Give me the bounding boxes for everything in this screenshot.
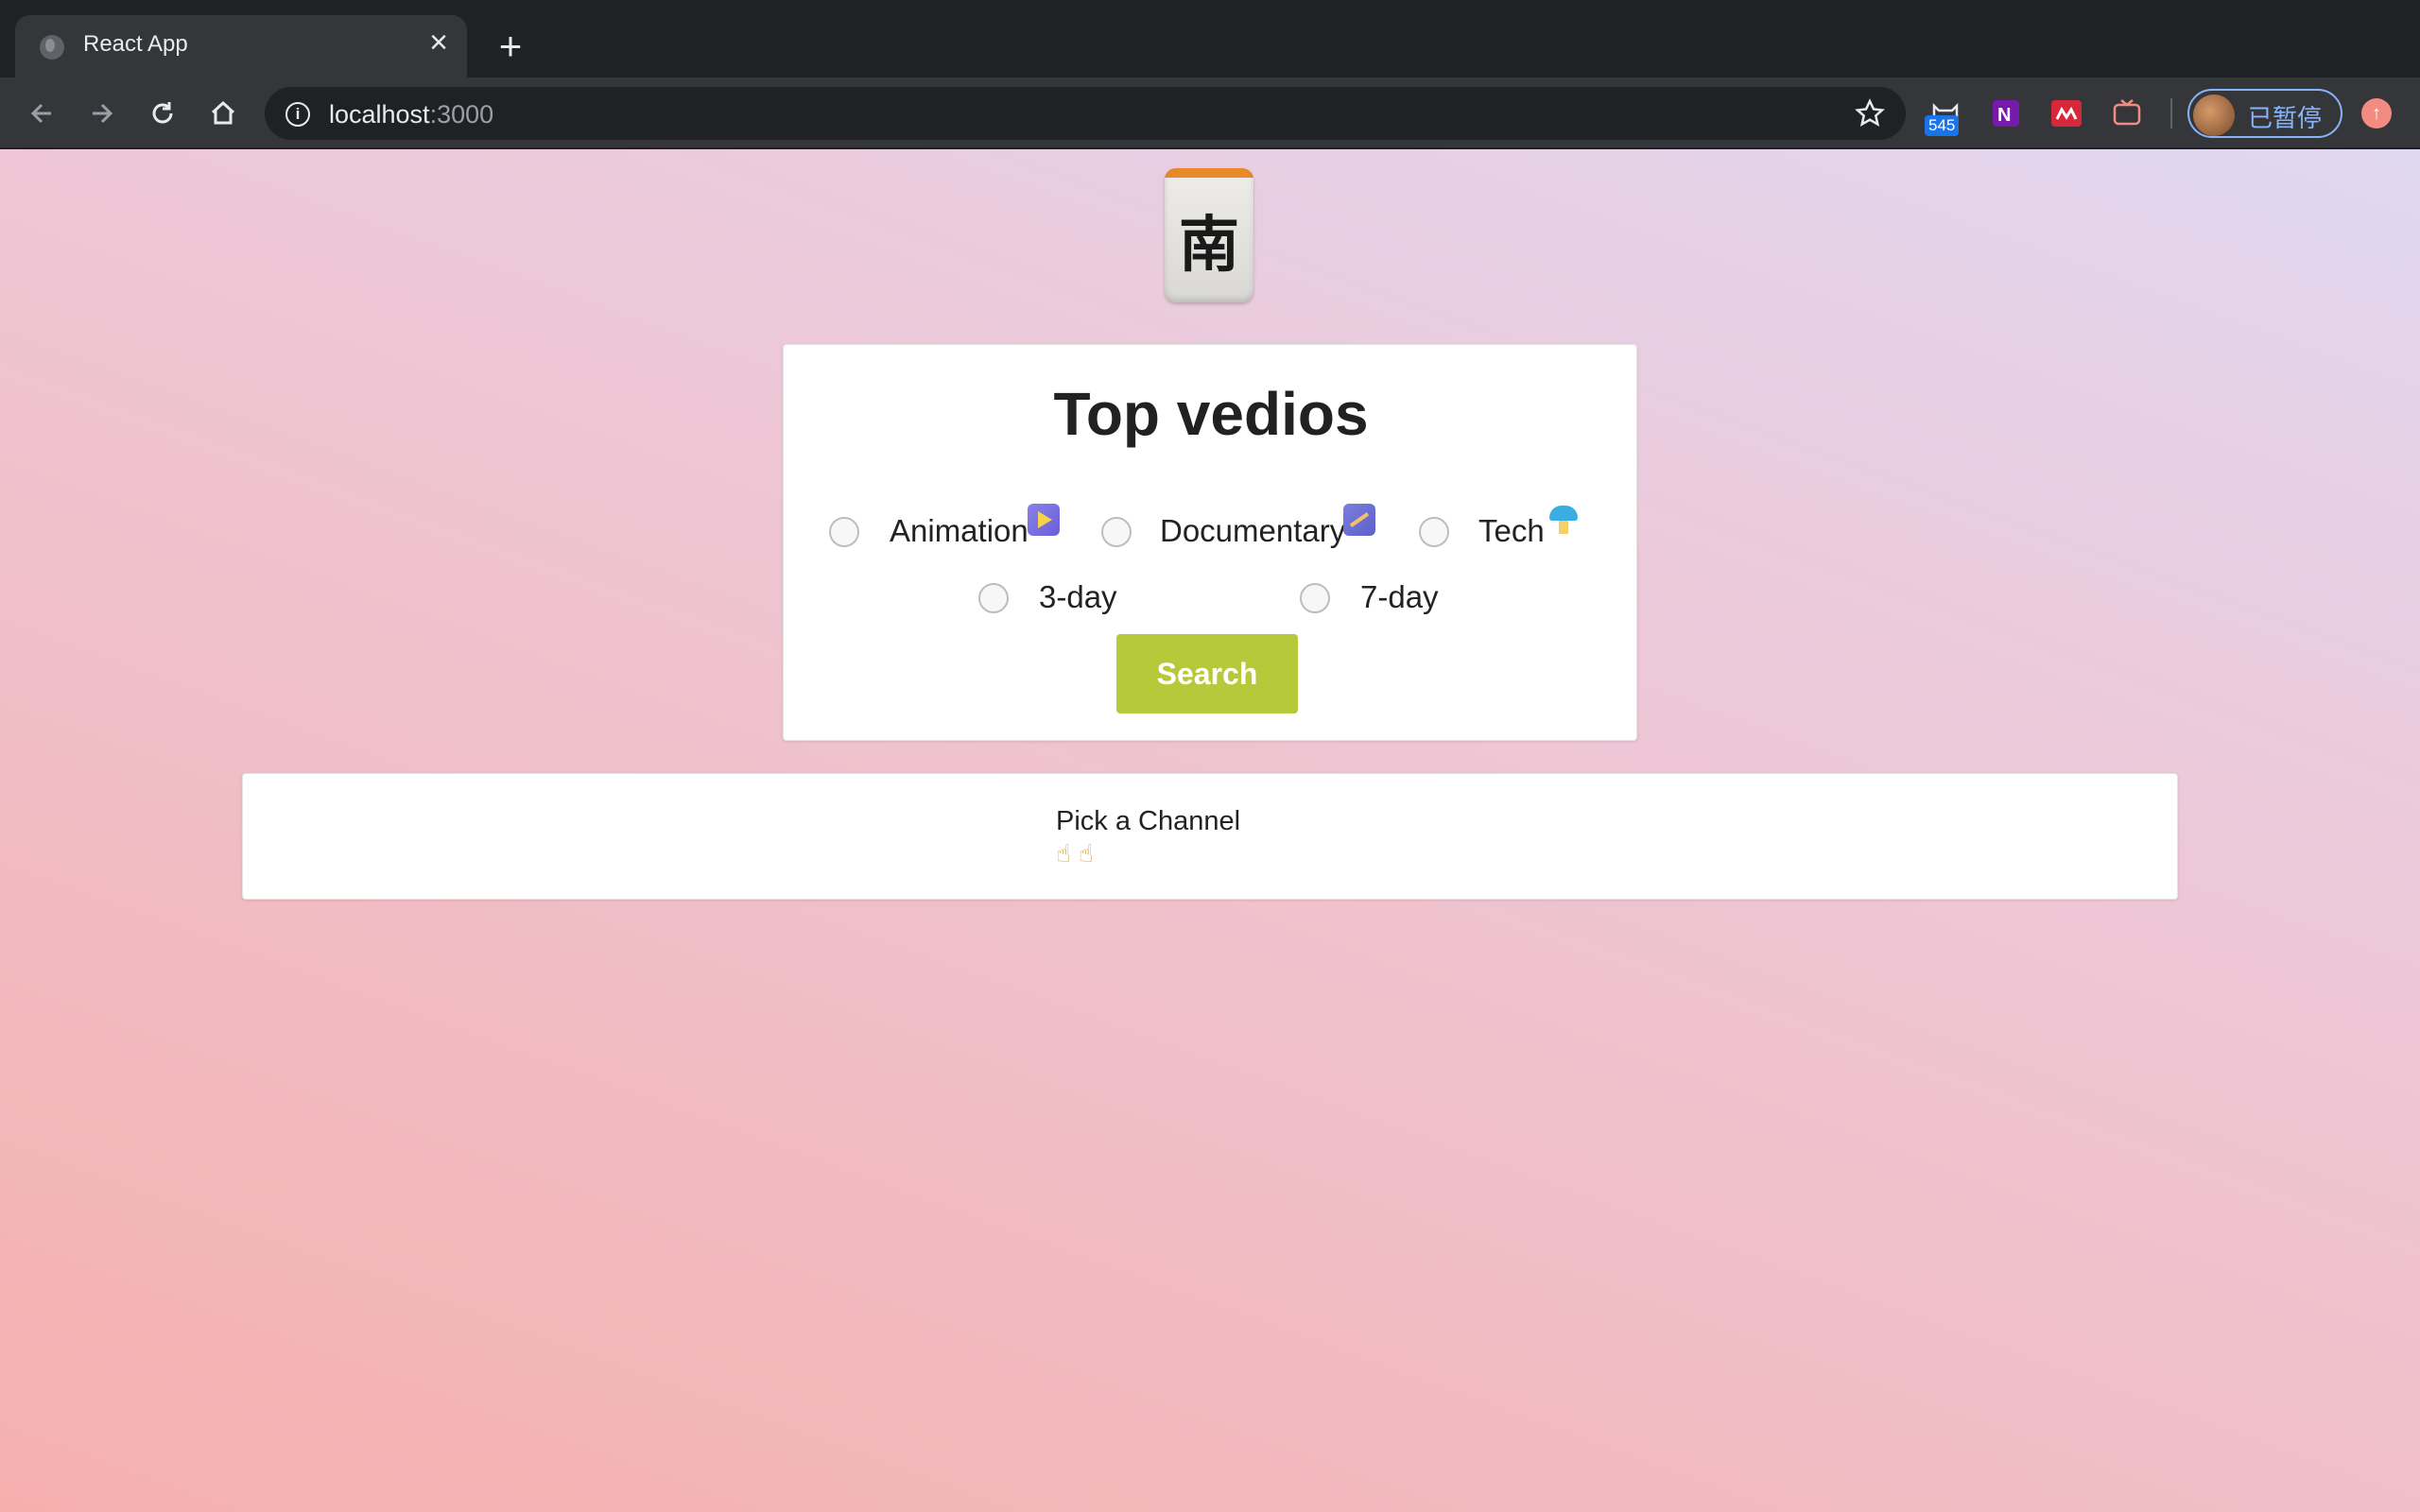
radio-animation[interactable]	[829, 517, 859, 547]
mendeley-extension-icon[interactable]	[2049, 96, 2083, 130]
onenote-extension-icon[interactable]: N	[1989, 96, 2023, 130]
avatar	[2193, 94, 2235, 136]
result-message: Pick a Channel	[1056, 806, 1241, 836]
site-info-icon[interactable]: i	[285, 102, 310, 127]
close-tab-icon[interactable]: ×	[424, 26, 454, 59]
browser-tab[interactable]: React App ×	[15, 15, 467, 77]
radio-label-animation: Animation	[890, 513, 1028, 548]
clapper-icon	[1343, 504, 1375, 536]
forward-button[interactable]	[83, 94, 121, 132]
back-button[interactable]	[23, 94, 60, 132]
play-icon	[1028, 504, 1060, 536]
url-text: localhost:3000	[329, 100, 494, 129]
radio-3-day[interactable]	[978, 583, 1009, 613]
new-tab-button[interactable]: +	[492, 26, 529, 66]
profile-status: 已暂停	[2248, 105, 2323, 133]
radio-tech[interactable]	[1419, 517, 1449, 547]
update-icon[interactable]: ↑	[2361, 98, 2392, 129]
radio-label-7-day: 7-day	[1360, 579, 1439, 614]
logo-glyph: 南	[1179, 210, 1239, 281]
radio-7-day[interactable]	[1300, 583, 1330, 613]
toolbar-separator	[2170, 98, 2172, 129]
page-title: Top vedios	[1053, 380, 1369, 448]
page-viewport: 南 Top vedios Animation Documentary Tech …	[0, 149, 2420, 1512]
tab-title: React App	[83, 31, 188, 57]
address-bar[interactable]: i localhost:3000	[265, 87, 1906, 140]
radio-label-tech: Tech	[1478, 513, 1545, 548]
profile-button[interactable]: 已暂停	[2187, 89, 2342, 138]
radio-documentary[interactable]	[1101, 517, 1132, 547]
extension-badge: 545	[1925, 115, 1960, 136]
search-card: Top vedios Animation Documentary Tech 3-…	[783, 344, 1637, 741]
result-panel: Pick a Channel ☝☝	[242, 773, 2178, 900]
mahjong-tile-logo: 南	[1165, 168, 1253, 302]
radio-label-documentary: Documentary	[1160, 513, 1346, 548]
pointing-up-icon: ☝☝	[1056, 840, 1101, 868]
radio-label-3-day: 3-day	[1039, 579, 1117, 614]
tv-extension-icon[interactable]	[2110, 96, 2144, 130]
reload-button[interactable]	[144, 94, 182, 132]
bookmark-star-icon[interactable]	[1853, 96, 1887, 130]
browser-toolbar: i localhost:3000 N 已暂停 ↑	[0, 77, 2420, 149]
globe-icon	[40, 35, 64, 60]
search-button[interactable]: Search	[1116, 634, 1298, 713]
tab-strip: React App × +	[0, 0, 2420, 77]
home-button[interactable]	[204, 94, 242, 132]
svg-text:N: N	[1997, 105, 2011, 126]
ufo-icon	[1547, 502, 1580, 534]
